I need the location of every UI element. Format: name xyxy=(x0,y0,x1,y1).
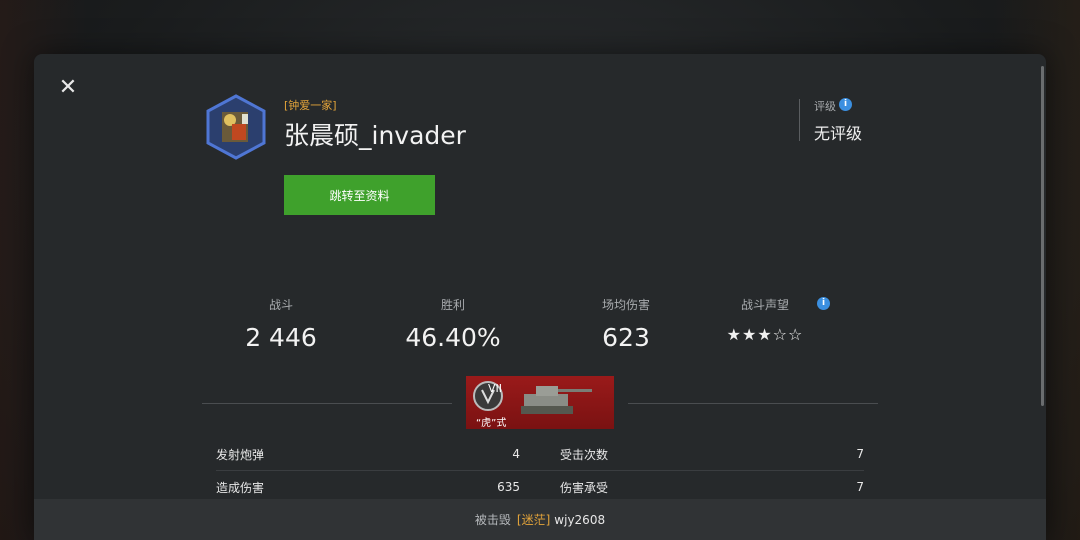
stat-reputation: 战斗声望 ★★★☆☆ xyxy=(710,296,820,344)
stat-avg-damage: 场均伤害 623 xyxy=(536,296,716,352)
detail-value: 4 xyxy=(512,447,520,461)
rating-label: 评级 xyxy=(814,100,836,113)
detail-row: 造成伤害 635 xyxy=(216,472,520,502)
divider xyxy=(216,470,864,471)
detail-label: 发射炮弹 xyxy=(216,447,265,462)
star-rating: ★★★☆☆ xyxy=(726,325,804,344)
detail-value: 7 xyxy=(856,480,864,494)
stat-label: 战斗 xyxy=(268,298,293,312)
detail-row: 受击次数 7 xyxy=(560,439,864,469)
stat-value: 623 xyxy=(602,323,650,352)
stat-value: 46.40% xyxy=(405,323,501,352)
detail-label: 造成伤害 xyxy=(216,480,265,495)
rating-divider xyxy=(799,99,800,141)
player-avatar xyxy=(206,94,266,160)
stat-wins: 胜利 46.40% xyxy=(363,296,543,352)
info-icon[interactable]: i xyxy=(817,297,830,310)
stat-value: 2 446 xyxy=(245,323,317,352)
stat-label: 战斗声望 xyxy=(740,298,789,312)
tank-card: VII “虎”式 xyxy=(466,376,614,429)
destroyed-by-footer: 被击毁 [迷茫] wjy2608 xyxy=(34,499,1046,540)
player-name: 张晨硕_invader xyxy=(284,121,466,150)
killer-clan-tag: [迷茫] xyxy=(516,513,551,527)
go-to-profile-button[interactable]: 跳转至资料 xyxy=(284,175,435,215)
close-icon[interactable]: ✕ xyxy=(56,76,80,100)
scrollbar[interactable] xyxy=(1041,66,1044,406)
stat-label: 胜利 xyxy=(440,298,465,312)
killer-name[interactable]: wjy2608 xyxy=(554,513,605,527)
detail-label: 受击次数 xyxy=(560,447,609,462)
tank-name: “虎”式 xyxy=(476,418,507,429)
detail-value: 7 xyxy=(856,447,864,461)
destroyed-by-label: 被击毁 xyxy=(474,513,511,527)
detail-row: 伤害承受 7 xyxy=(560,472,864,502)
tank-tier: VII xyxy=(488,382,503,395)
rating-value: 无评级 xyxy=(814,124,863,143)
divider xyxy=(202,403,452,404)
info-icon[interactable]: i xyxy=(839,98,852,111)
stat-battles: 战斗 2 446 xyxy=(191,296,371,352)
clan-tag: [钟爱一家] xyxy=(284,99,337,112)
divider xyxy=(628,403,878,404)
detail-label: 伤害承受 xyxy=(560,480,609,495)
detail-value: 635 xyxy=(497,480,520,494)
player-profile-dialog: ✕ [钟爱一家] 张晨硕_invader 跳转至资料 评级 i 无评级 战斗 2… xyxy=(34,54,1046,540)
detail-row: 发射炮弹 4 xyxy=(216,439,520,469)
stat-label: 场均伤害 xyxy=(601,298,650,312)
